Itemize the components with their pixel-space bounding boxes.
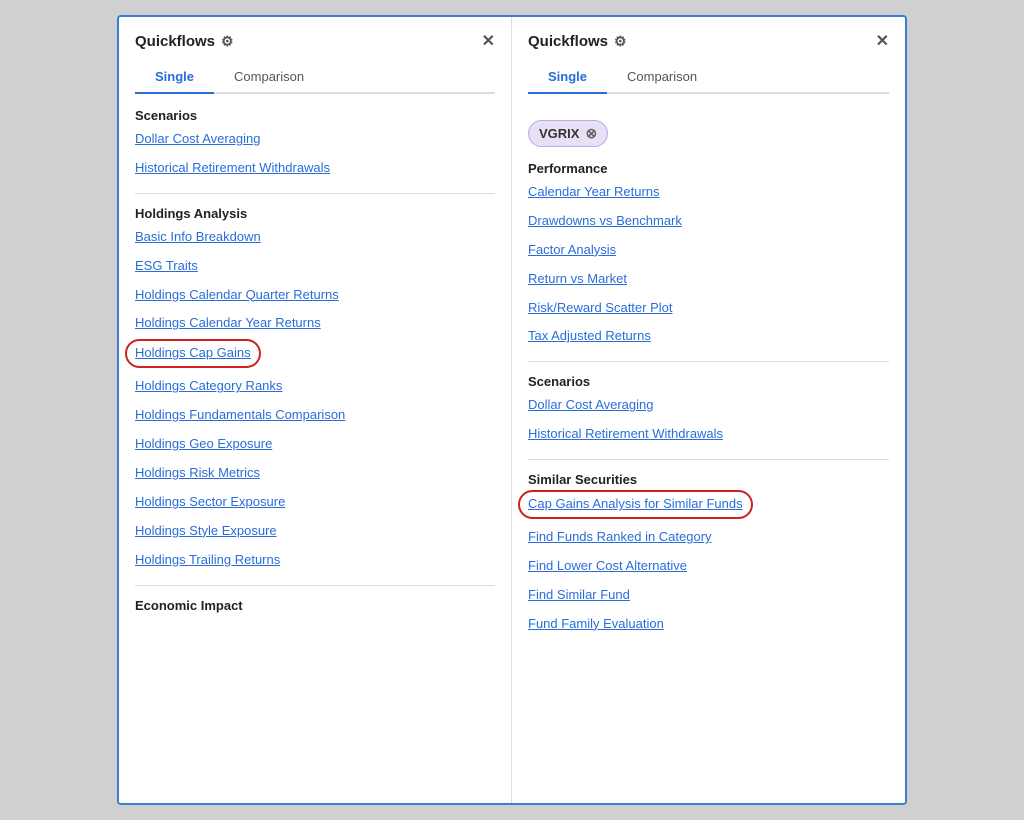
right-item-cap-gains-analysis-similar-funds[interactable]: Cap Gains Analysis for Similar Funds — [528, 495, 889, 513]
right-panel: Quickflows ⚙ ✕ Single Comparison VGRIX ⊗ — [512, 17, 905, 803]
right-section-scenarios-title: Scenarios — [528, 374, 889, 389]
left-item-historical-retirement-withdrawals[interactable]: Historical Retirement Withdrawals — [135, 160, 495, 177]
right-tabs: Single Comparison — [528, 61, 889, 94]
left-section-holdings-analysis: Holdings Analysis Basic Info Breakdown E… — [135, 206, 495, 569]
right-section-scenarios: Scenarios Dollar Cost Averaging Historic… — [528, 374, 889, 443]
right-item-risk-reward-scatter-plot[interactable]: Risk/Reward Scatter Plot — [528, 300, 889, 317]
left-section-economic-impact: Economic Impact — [135, 598, 495, 613]
right-divider-2 — [528, 459, 889, 460]
left-panel-body: Scenarios Dollar Cost Averaging Historic… — [119, 94, 511, 803]
right-item-dollar-cost-averaging[interactable]: Dollar Cost Averaging — [528, 397, 889, 414]
left-item-holdings-sector-exposure[interactable]: Holdings Sector Exposure — [135, 494, 495, 511]
left-tabs: Single Comparison — [135, 61, 495, 94]
right-section-performance-title: Performance — [528, 161, 889, 176]
left-divider-1 — [135, 193, 495, 194]
right-item-calendar-year-returns[interactable]: Calendar Year Returns — [528, 184, 889, 201]
right-item-drawdowns-vs-benchmark[interactable]: Drawdowns vs Benchmark — [528, 213, 889, 230]
tag-close-button[interactable]: ⊗ — [585, 125, 597, 142]
left-item-holdings-category-ranks[interactable]: Holdings Category Ranks — [135, 378, 495, 395]
tag-container: VGRIX ⊗ — [528, 120, 889, 147]
left-panel: Quickflows ⚙ ✕ Single Comparison Scenari… — [119, 17, 512, 803]
left-title-text: Quickflows — [135, 33, 215, 50]
right-item-historical-retirement-withdrawals[interactable]: Historical Retirement Withdrawals — [528, 426, 889, 443]
right-item-find-funds-ranked-in-category[interactable]: Find Funds Ranked in Category — [528, 529, 889, 546]
right-panel-body: VGRIX ⊗ Performance Calendar Year Return… — [512, 94, 905, 803]
left-item-dollar-cost-averaging[interactable]: Dollar Cost Averaging — [135, 131, 495, 148]
left-item-holdings-geo-exposure[interactable]: Holdings Geo Exposure — [135, 436, 495, 453]
left-section-economic-title: Economic Impact — [135, 598, 495, 613]
left-gear-icon[interactable]: ⚙ — [221, 33, 234, 50]
right-panel-header: Quickflows ⚙ ✕ — [512, 17, 905, 51]
left-item-esg-traits[interactable]: ESG Traits — [135, 258, 495, 275]
left-panel-header: Quickflows ⚙ ✕ — [119, 17, 511, 51]
left-item-holdings-cap-gains[interactable]: Holdings Cap Gains — [135, 344, 495, 362]
right-gear-icon[interactable]: ⚙ — [614, 33, 627, 50]
left-section-scenarios-title: Scenarios — [135, 108, 495, 123]
left-item-basic-info-breakdown[interactable]: Basic Info Breakdown — [135, 229, 495, 246]
left-panel-title: Quickflows ⚙ — [135, 33, 234, 50]
right-section-similar-securities: Similar Securities Cap Gains Analysis fo… — [528, 472, 889, 633]
right-item-find-lower-cost-alternative[interactable]: Find Lower Cost Alternative — [528, 558, 889, 575]
right-divider-1 — [528, 361, 889, 362]
right-tab-comparison[interactable]: Comparison — [607, 61, 717, 94]
right-close-icon[interactable]: ✕ — [876, 31, 889, 51]
left-item-holdings-risk-metrics[interactable]: Holdings Risk Metrics — [135, 465, 495, 482]
left-section-scenarios: Scenarios Dollar Cost Averaging Historic… — [135, 108, 495, 177]
right-tab-single[interactable]: Single — [528, 61, 607, 94]
vgrix-tag[interactable]: VGRIX ⊗ — [528, 120, 608, 147]
right-item-tax-adjusted-returns[interactable]: Tax Adjusted Returns — [528, 328, 889, 345]
left-tab-comparison[interactable]: Comparison — [214, 61, 324, 94]
right-item-return-vs-market[interactable]: Return vs Market — [528, 271, 889, 288]
right-item-fund-family-evaluation[interactable]: Fund Family Evaluation — [528, 616, 889, 633]
left-item-holdings-calendar-year-returns[interactable]: Holdings Calendar Year Returns — [135, 315, 495, 332]
left-item-holdings-fundamentals-comparison[interactable]: Holdings Fundamentals Comparison — [135, 407, 495, 424]
right-item-find-similar-fund[interactable]: Find Similar Fund — [528, 587, 889, 604]
right-item-factor-analysis[interactable]: Factor Analysis — [528, 242, 889, 259]
left-section-holdings-title: Holdings Analysis — [135, 206, 495, 221]
left-close-icon[interactable]: ✕ — [482, 31, 495, 51]
right-panel-title: Quickflows ⚙ — [528, 33, 627, 50]
left-item-holdings-style-exposure[interactable]: Holdings Style Exposure — [135, 523, 495, 540]
right-section-performance: Performance Calendar Year Returns Drawdo… — [528, 161, 889, 345]
tag-label: VGRIX — [539, 126, 579, 141]
right-title-text: Quickflows — [528, 33, 608, 50]
left-item-holdings-trailing-returns[interactable]: Holdings Trailing Returns — [135, 552, 495, 569]
left-item-holdings-calendar-quarter-returns[interactable]: Holdings Calendar Quarter Returns — [135, 287, 495, 304]
left-divider-2 — [135, 585, 495, 586]
right-section-similar-securities-title: Similar Securities — [528, 472, 889, 487]
left-tab-single[interactable]: Single — [135, 61, 214, 94]
